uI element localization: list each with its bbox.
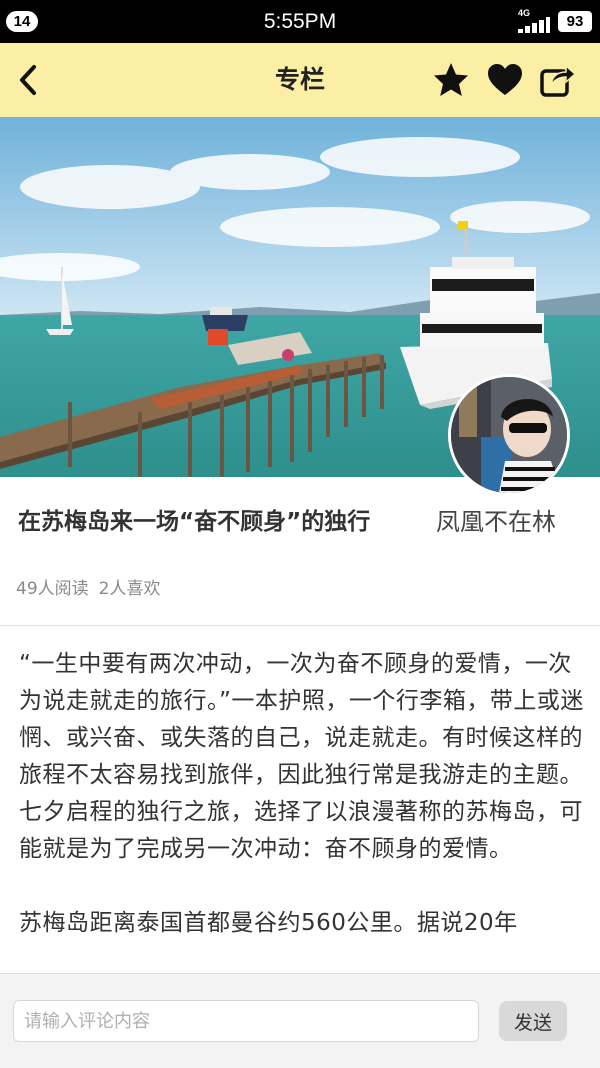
article-title: 在苏梅岛来一场“奋不顾身”的独行 — [18, 509, 371, 535]
article-body: “一生中要有两次冲动，一次为奋不顾身的爱情，一次为说走就走的旅行。”一本护照，一… — [19, 646, 585, 979]
back-icon — [20, 65, 36, 95]
article-stats: 49人阅读 2人喜欢 — [16, 576, 160, 602]
header-bar: 专栏 — [0, 43, 600, 117]
send-button[interactable]: 发送 — [499, 1001, 567, 1041]
favorite-button[interactable] — [431, 60, 471, 100]
read-count: 49人阅读 — [16, 579, 89, 599]
article-paragraph: “一生中要有两次冲动，一次为奋不顾身的爱情，一次为说走就走的旅行。”一本护照，一… — [19, 651, 584, 862]
author-avatar[interactable] — [448, 374, 570, 496]
status-bar: 14 5:55PM 4G 93 — [0, 0, 600, 43]
like-button[interactable] — [485, 60, 525, 100]
article-paragraph: 苏梅岛距离泰国首都曼谷约560公里。据说20年 — [19, 910, 518, 936]
share-icon — [540, 64, 577, 97]
signal-icon — [518, 17, 550, 33]
author-name[interactable]: 凤凰不在林 — [436, 506, 556, 538]
divider — [0, 625, 600, 626]
like-count: 2人喜欢 — [98, 579, 161, 599]
share-button[interactable] — [537, 60, 577, 100]
status-time: 5:55PM — [263, 10, 337, 33]
comment-input[interactable] — [13, 1000, 479, 1042]
comment-bar: 发送 — [0, 973, 600, 1068]
battery-indicator: 93 — [558, 11, 592, 32]
heart-icon — [488, 64, 522, 95]
star-icon — [434, 63, 468, 96]
back-button[interactable] — [10, 58, 54, 102]
